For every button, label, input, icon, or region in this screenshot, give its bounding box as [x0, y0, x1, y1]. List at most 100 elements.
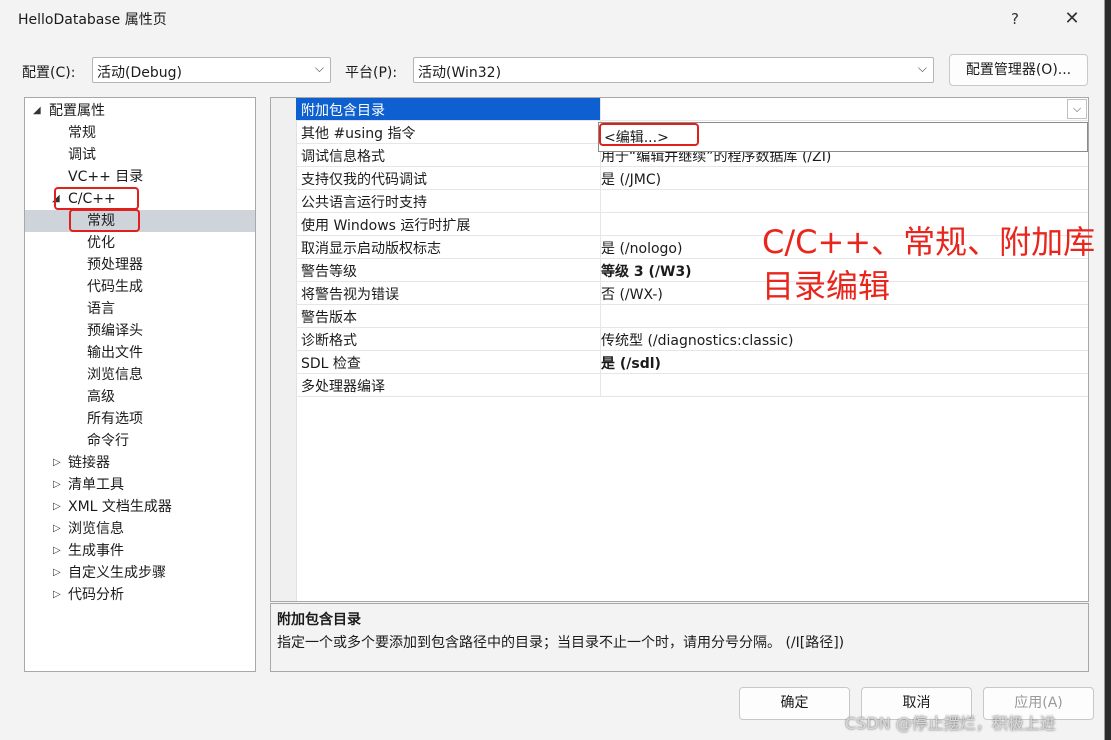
platform-combo[interactable]: 活动(Win32) ⌵	[413, 57, 934, 83]
config-value: 活动(Debug)	[97, 65, 182, 81]
property-name: 支持仅我的代码调试	[301, 172, 427, 188]
tree-item-preprocessor[interactable]: 预处理器	[25, 254, 255, 276]
property-name: 警告版本	[301, 310, 357, 326]
tree-item-label: 清单工具	[68, 477, 124, 493]
property-value: 等级 3 (/W3)	[601, 264, 692, 280]
tree-item-label: 语言	[87, 301, 115, 317]
help-button[interactable]: ?	[1000, 6, 1030, 32]
grid-row[interactable]: 公共语言运行时支持	[296, 190, 1088, 213]
tree-item-label: 自定义生成步骤	[68, 565, 166, 581]
grid-row[interactable]: 诊断格式 传统型 (/diagnostics:classic)	[296, 328, 1088, 351]
tree-item-config-properties[interactable]: ◢ 配置属性	[25, 100, 255, 122]
property-name: 取消显示启动版权标志	[301, 241, 441, 257]
chevron-down-icon: ⌵	[917, 61, 927, 75]
tree-item-advanced[interactable]: 高级	[25, 386, 255, 408]
tree-item-label: 浏览信息	[68, 521, 124, 537]
tree-item-code-generation[interactable]: 代码生成	[25, 276, 255, 298]
tree-item-general[interactable]: 常规	[25, 122, 255, 144]
expanded-triangle-icon[interactable]: ◢	[33, 100, 41, 122]
platform-value: 活动(Win32)	[418, 65, 502, 81]
tree-item-all-options[interactable]: 所有选项	[25, 408, 255, 430]
tree-item-language[interactable]: 语言	[25, 298, 255, 320]
tree-item-label: 配置属性	[49, 103, 105, 119]
grid-gutter	[271, 98, 297, 601]
property-name: 使用 Windows 运行时扩展	[301, 218, 471, 234]
collapsed-triangle-icon[interactable]: ▷	[53, 540, 61, 562]
tree-item-vc-dirs[interactable]: VC++ 目录	[25, 166, 255, 188]
tree-item-label: 高级	[87, 389, 115, 405]
property-name: 公共语言运行时支持	[301, 195, 427, 211]
highlight-box-edit	[599, 123, 699, 146]
collapsed-triangle-icon[interactable]: ▷	[53, 518, 61, 540]
config-manager-button[interactable]: 配置管理器(O)...	[949, 54, 1088, 86]
tree-item-linker[interactable]: ▷ 链接器	[25, 452, 255, 474]
collapsed-triangle-icon[interactable]: ▷	[53, 562, 61, 584]
config-combo[interactable]: 活动(Debug) ⌵	[92, 57, 331, 83]
tree-item-optimization[interactable]: 优化	[25, 232, 255, 254]
property-tree: ◢ 配置属性 常规 调试 VC++ 目录 ◢ C/C++ 常规 优化 预处理器 …	[24, 97, 256, 672]
property-value: 是 (/JMC)	[601, 172, 662, 188]
property-pages-dialog: HelloDatabase 属性页 ? ✕ 配置(C): 活动(Debug) ⌵…	[0, 0, 1105, 740]
tree-item-xml-doc[interactable]: ▷ XML 文档生成器	[25, 496, 255, 518]
tree-item-label: 预编译头	[87, 323, 143, 339]
tree-item-label: 预处理器	[87, 257, 143, 273]
collapsed-triangle-icon[interactable]: ▷	[53, 452, 61, 474]
tree-item-output-files[interactable]: 输出文件	[25, 342, 255, 364]
property-name: 其他 #using 指令	[301, 126, 416, 142]
property-value: 是 (/nologo)	[601, 241, 683, 257]
tree-item-build-events[interactable]: ▷ 生成事件	[25, 540, 255, 562]
property-name: 多处理器编译	[301, 379, 385, 395]
tree-item-command-line[interactable]: 命令行	[25, 430, 255, 452]
property-value: 否 (/WX-)	[601, 287, 663, 303]
collapsed-triangle-icon[interactable]: ▷	[53, 496, 61, 518]
tree-item-browse-info[interactable]: 浏览信息	[25, 364, 255, 386]
tree-item-label: VC++ 目录	[68, 169, 144, 185]
property-name: 警告等级	[301, 264, 357, 280]
collapsed-triangle-icon[interactable]: ▷	[53, 584, 61, 606]
platform-label: 平台(P):	[345, 65, 398, 81]
highlight-box-cpp	[54, 187, 139, 210]
chevron-down-icon: ⌵	[314, 61, 324, 75]
grid-row[interactable]: 支持仅我的代码调试 是 (/JMC)	[296, 167, 1088, 190]
tree-item-custom-build[interactable]: ▷ 自定义生成步骤	[25, 562, 255, 584]
grid-row[interactable]: SDL 检查 是 (/sdl)	[296, 351, 1088, 374]
tree-item-label: 优化	[87, 235, 115, 251]
tree-item-label: 代码生成	[87, 279, 143, 295]
annotation-text: C/C++、常规、附加库目录编辑	[762, 223, 1096, 305]
tree-item-label: 浏览信息	[87, 367, 143, 383]
description-text: 指定一个或多个要添加到包含路径中的目录；当目录不止一个时，请用分号分隔。 (/I…	[277, 635, 845, 651]
tree-item-debugging[interactable]: 调试	[25, 144, 255, 166]
description-panel: 附加包含目录 指定一个或多个要添加到包含路径中的目录；当目录不止一个时，请用分号…	[270, 603, 1089, 672]
collapsed-triangle-icon[interactable]: ▷	[53, 474, 61, 496]
tree-item-browse-info-top[interactable]: ▷ 浏览信息	[25, 518, 255, 540]
tree-item-label: 生成事件	[68, 543, 124, 559]
tree-item-label: 所有选项	[87, 411, 143, 427]
tree-item-cpp-general[interactable]: 常规	[25, 210, 255, 232]
property-name: 调试信息格式	[301, 149, 385, 165]
tree-item-label: 命令行	[87, 433, 129, 449]
property-name: 将警告视为错误	[301, 287, 399, 303]
config-label: 配置(C):	[22, 65, 76, 81]
property-name: SDL 检查	[301, 356, 361, 372]
tree-item-label: 输出文件	[87, 345, 143, 361]
property-grid: 附加包含目录 其他 #using 指令 调试信息格式 用于“编辑并继续”的程序数据…	[270, 97, 1089, 602]
property-name: 诊断格式	[301, 333, 357, 349]
description-title: 附加包含目录	[277, 612, 361, 628]
tree-item-label: 常规	[68, 125, 96, 141]
window-title: HelloDatabase 属性页	[18, 12, 167, 28]
tree-item-code-analysis[interactable]: ▷ 代码分析	[25, 584, 255, 606]
tree-item-label: 链接器	[68, 455, 110, 471]
highlight-box-general	[69, 209, 140, 232]
dropdown-arrow-icon[interactable]: ⌵	[1067, 99, 1087, 119]
grid-row[interactable]: 附加包含目录	[296, 98, 1088, 121]
tree-item-manifest-tool[interactable]: ▷ 清单工具	[25, 474, 255, 496]
grid-row[interactable]: 多处理器编译	[296, 374, 1088, 397]
title-bar: HelloDatabase 属性页 ? ✕	[0, 0, 1104, 38]
ok-button[interactable]: 确定	[739, 687, 850, 720]
watermark: CSDN @停止摆烂，积极上进	[845, 714, 1056, 733]
property-name: 附加包含目录	[301, 103, 385, 119]
tree-item-label: 调试	[68, 147, 96, 163]
tree-item-precompiled-headers[interactable]: 预编译头	[25, 320, 255, 342]
grid-row[interactable]: 警告版本	[296, 305, 1088, 328]
close-icon[interactable]: ✕	[1057, 6, 1087, 32]
